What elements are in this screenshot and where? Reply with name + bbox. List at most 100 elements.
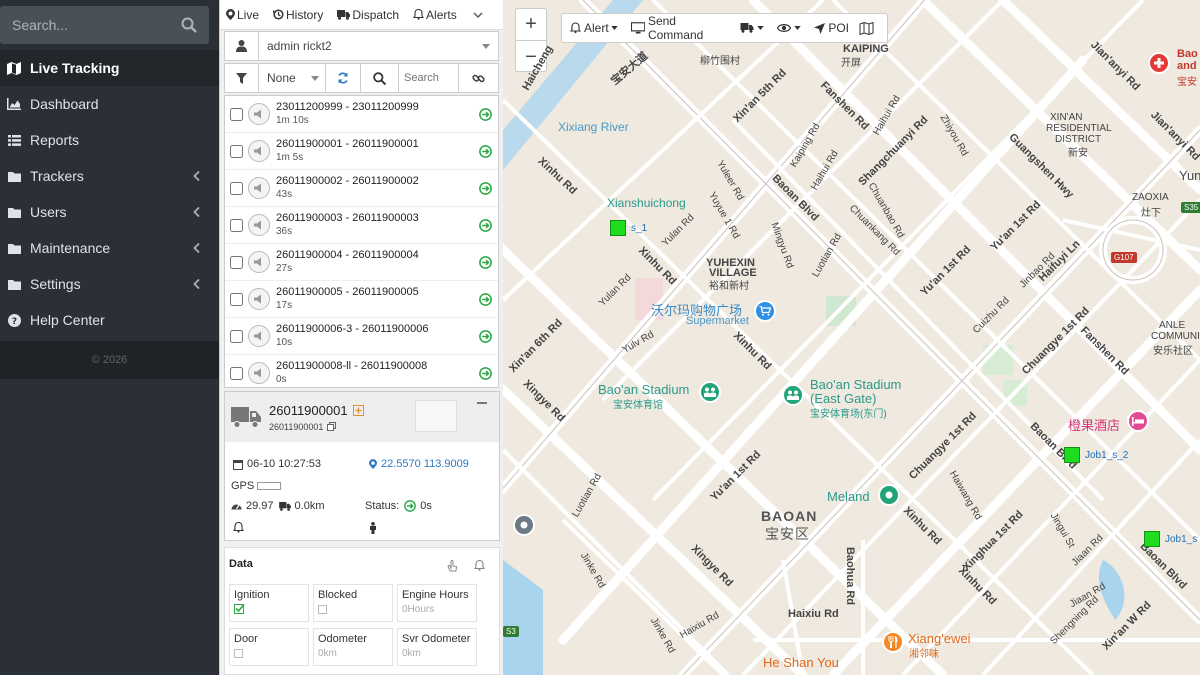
map-label: Supermarket xyxy=(686,315,749,327)
sidebar-item-dashboard[interactable]: Dashboard xyxy=(0,86,219,122)
sidebar-search-input[interactable] xyxy=(0,17,170,33)
detail-status-value: 0s xyxy=(420,500,432,512)
vehicle-marker[interactable] xyxy=(1144,531,1160,547)
device-last-seen: 0s xyxy=(276,374,287,385)
plus-square-icon[interactable] xyxy=(352,404,364,416)
tab-live[interactable]: Live xyxy=(226,8,259,22)
folder-icon xyxy=(7,241,21,255)
sidebar-item-label: Trackers xyxy=(30,168,84,184)
visibility-dropdown[interactable] xyxy=(777,23,804,33)
sidebar-nav: Live Tracking Dashboard Reports Trackers… xyxy=(0,50,219,338)
sidebar-item-reports[interactable]: Reports xyxy=(0,122,219,158)
sidebar-item-trackers[interactable]: Trackers xyxy=(0,158,219,194)
restaurant-icon[interactable] xyxy=(882,631,904,653)
bell-icon[interactable] xyxy=(474,560,485,571)
shopping-cart-icon[interactable] xyxy=(754,300,776,322)
vehicle-dropdown[interactable] xyxy=(740,23,767,33)
tab-dispatch[interactable]: Dispatch xyxy=(337,8,399,22)
device-checkbox[interactable] xyxy=(230,366,243,380)
filter-row: None xyxy=(224,63,499,93)
device-name: 26011900001 - 26011900001 xyxy=(276,138,419,150)
device-row-text: 23011200999 - 23011200999 1m 10s xyxy=(276,100,419,128)
sidebar-search-box[interactable] xyxy=(0,6,209,44)
filter-select[interactable]: None xyxy=(259,64,326,92)
sidebar-item-settings[interactable]: Settings xyxy=(0,266,219,302)
sidebar-item-users[interactable]: Users xyxy=(0,194,219,230)
device-row[interactable]: 26011900006-3 - 26011900006 10s xyxy=(225,318,498,355)
device-row[interactable]: 26011900001 - 26011900001 1m 5s xyxy=(225,133,498,170)
hotel-icon[interactable] xyxy=(1127,410,1149,432)
device-checkbox[interactable] xyxy=(230,329,243,343)
send-command-button[interactable]: Send Command xyxy=(630,14,731,42)
device-row[interactable]: 26011900004 - 26011900004 27s xyxy=(225,244,498,281)
device-row[interactable]: 26011900003 - 26011900003 36s xyxy=(225,207,498,244)
data-cell-label: Engine Hours xyxy=(402,589,469,601)
stadium-icon[interactable] xyxy=(782,384,804,406)
sidebar-item-maintenance[interactable]: Maintenance xyxy=(0,230,219,266)
place-icon[interactable] xyxy=(513,514,535,536)
device-last-seen: 10s xyxy=(276,337,293,348)
caret-down-icon xyxy=(482,43,490,49)
device-row-text: 26011900004 - 26011900004 27s xyxy=(276,248,419,276)
user-select[interactable]: admin rickt2 xyxy=(259,32,498,60)
vehicle-marker-label: Job1_s_2 xyxy=(1085,450,1129,461)
map-type-button[interactable] xyxy=(859,21,877,35)
speaker-icon xyxy=(248,288,270,310)
filter-icon-cell[interactable] xyxy=(225,64,259,92)
map-label: 开屏 xyxy=(841,58,861,69)
refresh-button[interactable] xyxy=(326,64,361,92)
chart-area-icon xyxy=(7,97,21,111)
map-label: and xyxy=(1177,60,1197,72)
speaker-icon xyxy=(248,103,270,125)
poi-button[interactable]: POI xyxy=(814,21,849,35)
detail-location-row[interactable]: 22.5570 113.9009 xyxy=(369,458,469,470)
search-button[interactable] xyxy=(361,64,399,92)
bell-icon[interactable] xyxy=(233,522,244,533)
device-checkbox[interactable] xyxy=(230,292,243,306)
sidebar-item-live-tracking[interactable]: Live Tracking xyxy=(0,50,219,86)
status-arrow-icon xyxy=(479,330,492,343)
hospital-icon[interactable] xyxy=(1148,52,1170,74)
map-view[interactable]: + − Alert Send Command POI 柳竹围村 宝安大道 KAI… xyxy=(503,0,1200,675)
device-name: 26011900004 - 26011900004 xyxy=(276,249,419,261)
vehicle-marker[interactable] xyxy=(610,220,626,236)
chevron-down-icon[interactable] xyxy=(473,11,483,19)
map-label: 安乐社区 xyxy=(1153,346,1193,357)
touch-icon[interactable] xyxy=(447,560,458,572)
vehicle-marker[interactable] xyxy=(1064,447,1080,463)
zoom-in-button[interactable]: + xyxy=(516,9,546,41)
sidebar-item-help-center[interactable]: ? Help Center xyxy=(0,302,219,338)
data-cell-svr-odometer: Svr Odometer 0km xyxy=(397,628,477,666)
map-marker-icon xyxy=(369,459,377,469)
alert-dropdown[interactable]: Alert xyxy=(570,21,621,35)
minimize-icon[interactable] xyxy=(477,402,487,404)
device-row-text: 26011900003 - 26011900003 36s xyxy=(276,211,419,239)
map-icon xyxy=(859,21,874,35)
detail-distance: 0.0km xyxy=(294,500,325,512)
detail-gps-label: GPS xyxy=(231,480,255,492)
device-checkbox[interactable] xyxy=(230,144,243,158)
stadium-icon[interactable] xyxy=(699,381,721,403)
truck-icon xyxy=(231,407,261,428)
map-label: Bao'an Stadium xyxy=(598,382,690,397)
place-icon[interactable] xyxy=(878,484,900,506)
tab-history[interactable]: History xyxy=(273,8,323,22)
device-row-text: 26011900002 - 26011900002 43s xyxy=(276,174,419,202)
tab-alerts[interactable]: Alerts xyxy=(413,8,457,22)
search-icon[interactable] xyxy=(181,17,197,33)
map-label: ANLE xyxy=(1159,320,1186,331)
copy-icon[interactable] xyxy=(327,422,337,431)
data-cell-label: Door xyxy=(234,633,258,645)
device-checkbox[interactable] xyxy=(230,107,243,121)
device-row[interactable]: 26011900002 - 26011900002 43s xyxy=(225,170,498,207)
device-checkbox[interactable] xyxy=(230,218,243,232)
tab-label: Alerts xyxy=(426,7,457,22)
device-row[interactable]: 26011900005 - 26011900005 17s xyxy=(225,281,498,318)
device-search-input[interactable] xyxy=(404,72,456,84)
link-button[interactable] xyxy=(459,64,498,92)
device-checkbox[interactable] xyxy=(230,181,243,195)
highway-shield: G107 xyxy=(1111,252,1137,263)
device-row[interactable]: 23011200999 - 23011200999 1m 10s xyxy=(225,96,498,133)
device-row[interactable]: 26011900008-ll - 26011900008 0s xyxy=(225,355,498,387)
device-checkbox[interactable] xyxy=(230,255,243,269)
